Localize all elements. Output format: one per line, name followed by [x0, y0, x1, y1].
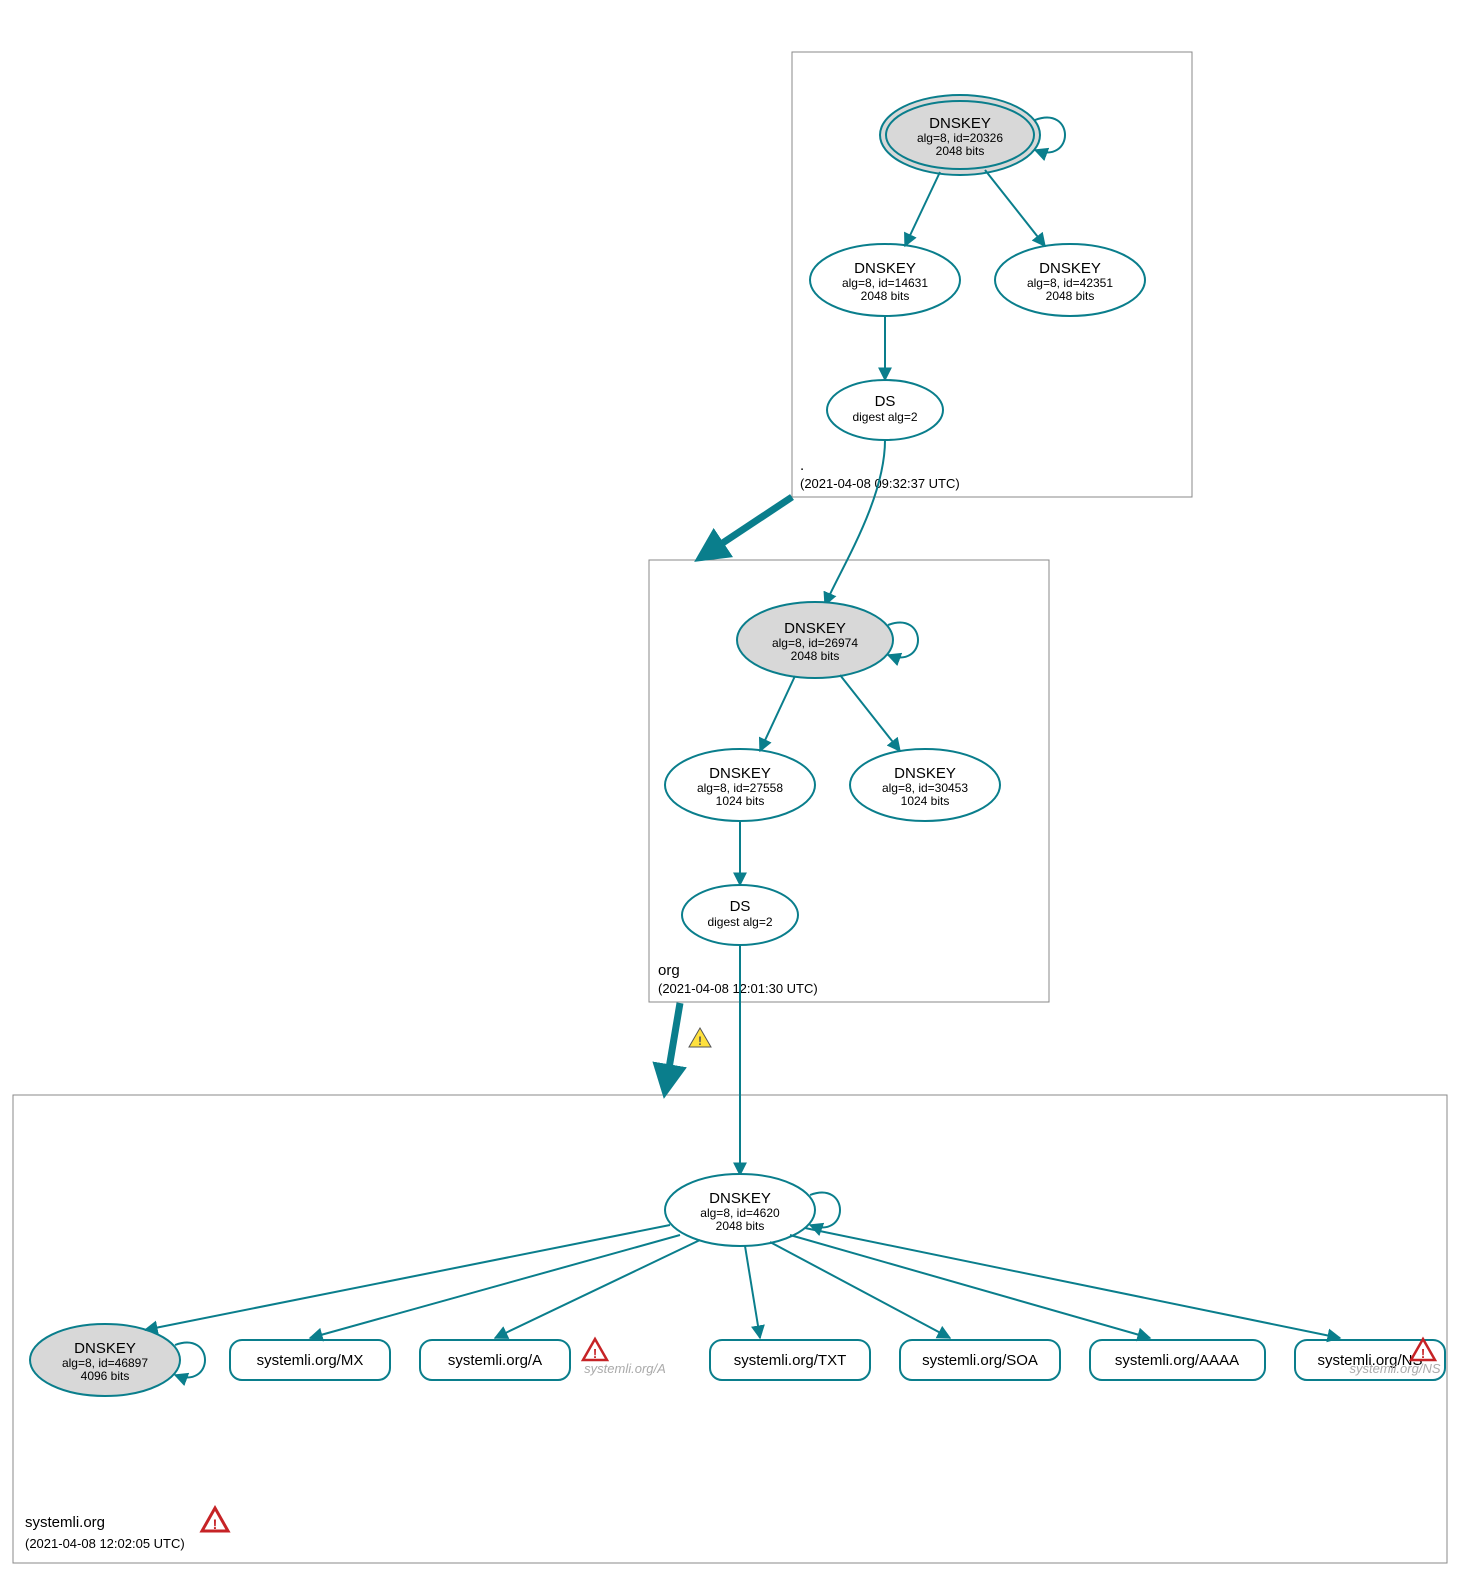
node-root-zsk2: DNSKEY alg=8, id=42351 2048 bits [995, 244, 1145, 316]
zone-systemli-name: systemli.org [25, 1514, 105, 1531]
rrset-a: systemli.org/A [420, 1340, 570, 1380]
svg-text:4096 bits: 4096 bits [81, 1369, 130, 1383]
svg-text:DNSKEY: DNSKEY [894, 765, 956, 782]
node-org-zsk1: DNSKEY alg=8, id=27558 1024 bits [665, 749, 815, 821]
rrset-mx: systemli.org/MX [230, 1340, 390, 1380]
svg-text:DS: DS [875, 393, 896, 410]
svg-text:DS: DS [730, 898, 751, 915]
svg-text:digest alg=2: digest alg=2 [852, 410, 917, 424]
svg-text:DNSKEY: DNSKEY [1039, 260, 1101, 277]
svg-text:alg=8, id=27558: alg=8, id=27558 [697, 781, 783, 795]
edge [985, 170, 1045, 246]
edge-zone-root-org [700, 497, 792, 558]
svg-text:alg=8, id=26974: alg=8, id=26974 [772, 636, 858, 650]
svg-text:systemli.org/TXT: systemli.org/TXT [734, 1352, 847, 1369]
rrset-soa: systemli.org/SOA [900, 1340, 1060, 1380]
node-org-zsk2: DNSKEY alg=8, id=30453 1024 bits [850, 749, 1000, 821]
svg-text:!: ! [1421, 1346, 1425, 1361]
node-systemli-zsk: DNSKEY alg=8, id=46897 4096 bits [30, 1324, 205, 1396]
svg-text:!: ! [698, 1034, 702, 1048]
svg-text:2048 bits: 2048 bits [936, 144, 985, 158]
svg-text:2048 bits: 2048 bits [1046, 289, 1095, 303]
zone-systemli: systemli.org (2021-04-08 12:02:05 UTC) [13, 1095, 1447, 1563]
rrset-a-warning: ! systemli.org/A [583, 1339, 666, 1376]
svg-text:systemli.org/AAAA: systemli.org/AAAA [1115, 1352, 1239, 1369]
zone-systemli-timestamp: (2021-04-08 12:02:05 UTC) [25, 1536, 185, 1551]
svg-text:alg=8, id=46897: alg=8, id=46897 [62, 1356, 148, 1370]
svg-text:DNSKEY: DNSKEY [854, 260, 916, 277]
edge-zone-org-systemli [665, 1003, 680, 1092]
edge [145, 1225, 670, 1330]
edge [805, 1228, 1340, 1338]
edge [760, 676, 795, 751]
edge [905, 172, 940, 246]
svg-text:systemli.org/NS: systemli.org/NS [1349, 1361, 1440, 1376]
node-root-ksk: DNSKEY alg=8, id=20326 2048 bits [880, 95, 1065, 175]
svg-text:systemli.org/MX: systemli.org/MX [257, 1352, 364, 1369]
svg-text:1024 bits: 1024 bits [716, 794, 765, 808]
zone-org-timestamp: (2021-04-08 12:01:30 UTC) [658, 981, 818, 996]
svg-text:DNSKEY: DNSKEY [709, 765, 771, 782]
zone-systemli-warning-icon: ! [202, 1508, 228, 1532]
rrset-aaaa: systemli.org/AAAA [1090, 1340, 1265, 1380]
svg-text:alg=8, id=30453: alg=8, id=30453 [882, 781, 968, 795]
edge [840, 675, 900, 751]
node-root-zsk1: DNSKEY alg=8, id=14631 2048 bits [810, 244, 960, 316]
rrset-txt: systemli.org/TXT [710, 1340, 870, 1380]
svg-text:systemli.org/A: systemli.org/A [448, 1352, 542, 1369]
svg-text:2048 bits: 2048 bits [861, 289, 910, 303]
svg-text:digest alg=2: digest alg=2 [707, 915, 772, 929]
svg-text:DNSKEY: DNSKEY [74, 1340, 136, 1357]
edge [825, 440, 885, 605]
svg-text:alg=8, id=4620: alg=8, id=4620 [700, 1206, 780, 1220]
edge [745, 1246, 760, 1338]
warning-icon: ! [689, 1028, 711, 1048]
svg-text:2048 bits: 2048 bits [716, 1219, 765, 1233]
zone-org-name: org [658, 962, 680, 979]
svg-text:systemli.org/A: systemli.org/A [584, 1361, 666, 1376]
edge [790, 1235, 1150, 1338]
svg-text:systemli.org/SOA: systemli.org/SOA [922, 1352, 1038, 1369]
zone-root-name: . [800, 457, 804, 474]
node-org-ksk: DNSKEY alg=8, id=26974 2048 bits [737, 602, 918, 678]
edge [770, 1242, 950, 1338]
svg-text:DNSKEY: DNSKEY [709, 1190, 771, 1207]
node-root-ds: DS digest alg=2 [827, 380, 943, 440]
svg-text:alg=8, id=42351: alg=8, id=42351 [1027, 276, 1113, 290]
node-systemli-ksk: DNSKEY alg=8, id=4620 2048 bits [665, 1174, 840, 1246]
svg-text:1024 bits: 1024 bits [901, 794, 950, 808]
svg-text:!: ! [593, 1346, 597, 1361]
svg-text:alg=8, id=14631: alg=8, id=14631 [842, 276, 928, 290]
svg-text:alg=8, id=20326: alg=8, id=20326 [917, 131, 1003, 145]
svg-text:DNSKEY: DNSKEY [784, 620, 846, 637]
svg-text:!: ! [213, 1516, 218, 1532]
node-org-ds: DS digest alg=2 [682, 885, 798, 945]
svg-text:DNSKEY: DNSKEY [929, 115, 991, 132]
svg-text:2048 bits: 2048 bits [791, 649, 840, 663]
